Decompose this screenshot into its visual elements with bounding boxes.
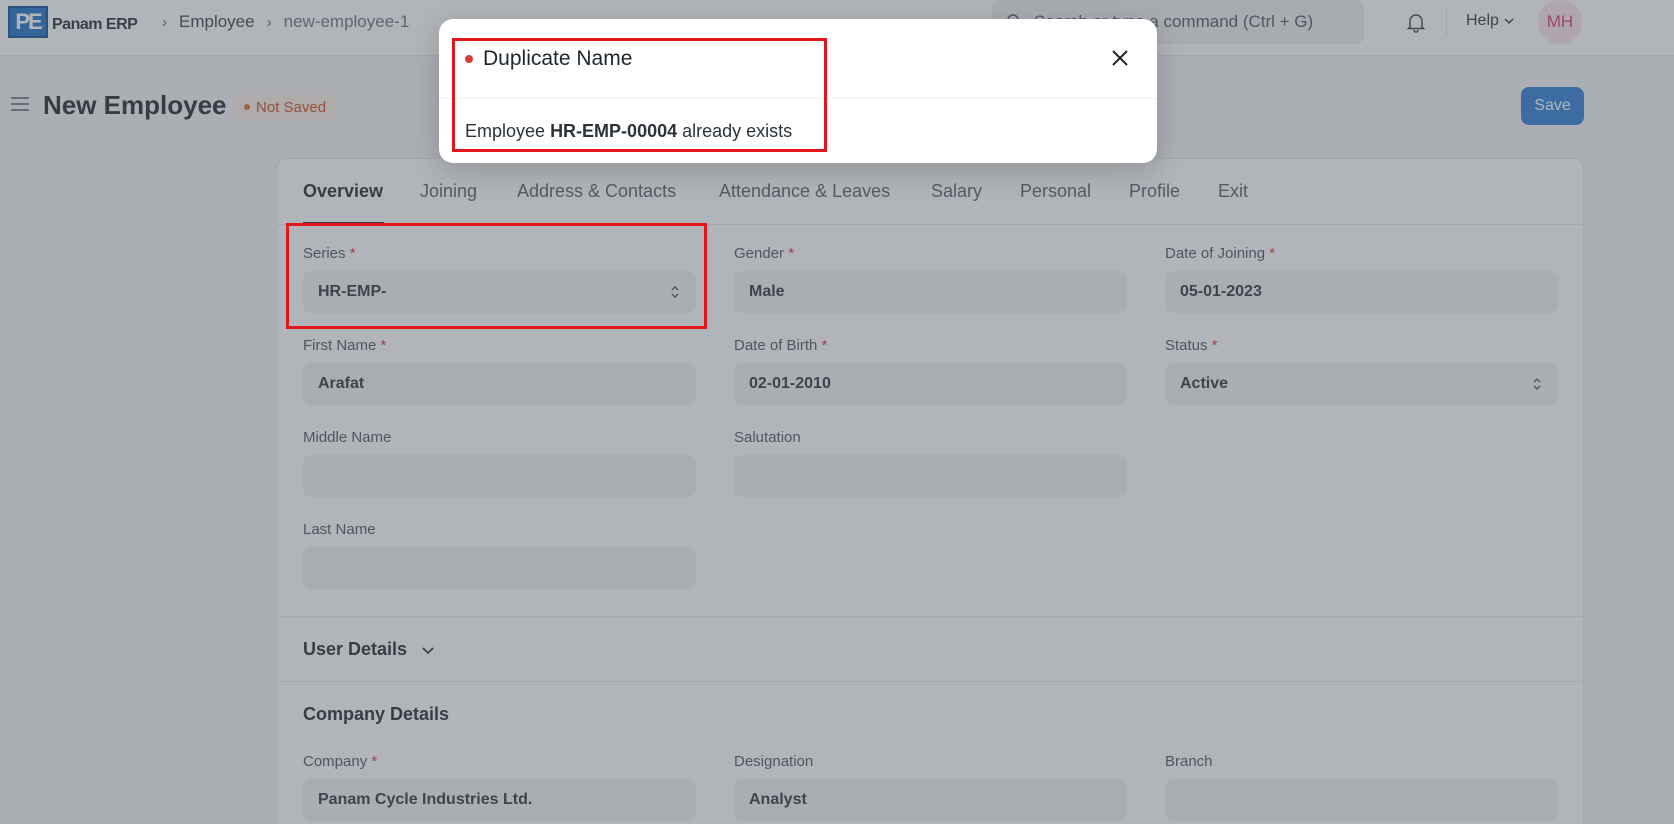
- duplicate-employee-id: HR-EMP-00004: [550, 121, 678, 141]
- error-indicator-dot: [465, 55, 473, 63]
- dialog-title: Duplicate Name: [483, 47, 633, 70]
- message-suffix: already exists: [682, 121, 793, 141]
- dialog-header: Duplicate Name: [439, 19, 1157, 99]
- duplicate-name-dialog: Duplicate Name Employee HR-EMP-00004 alr…: [439, 19, 1157, 163]
- dialog-message: Employee HR-EMP-00004 already exists: [465, 121, 792, 142]
- message-prefix: Employee: [465, 121, 546, 141]
- close-icon[interactable]: [1109, 47, 1131, 69]
